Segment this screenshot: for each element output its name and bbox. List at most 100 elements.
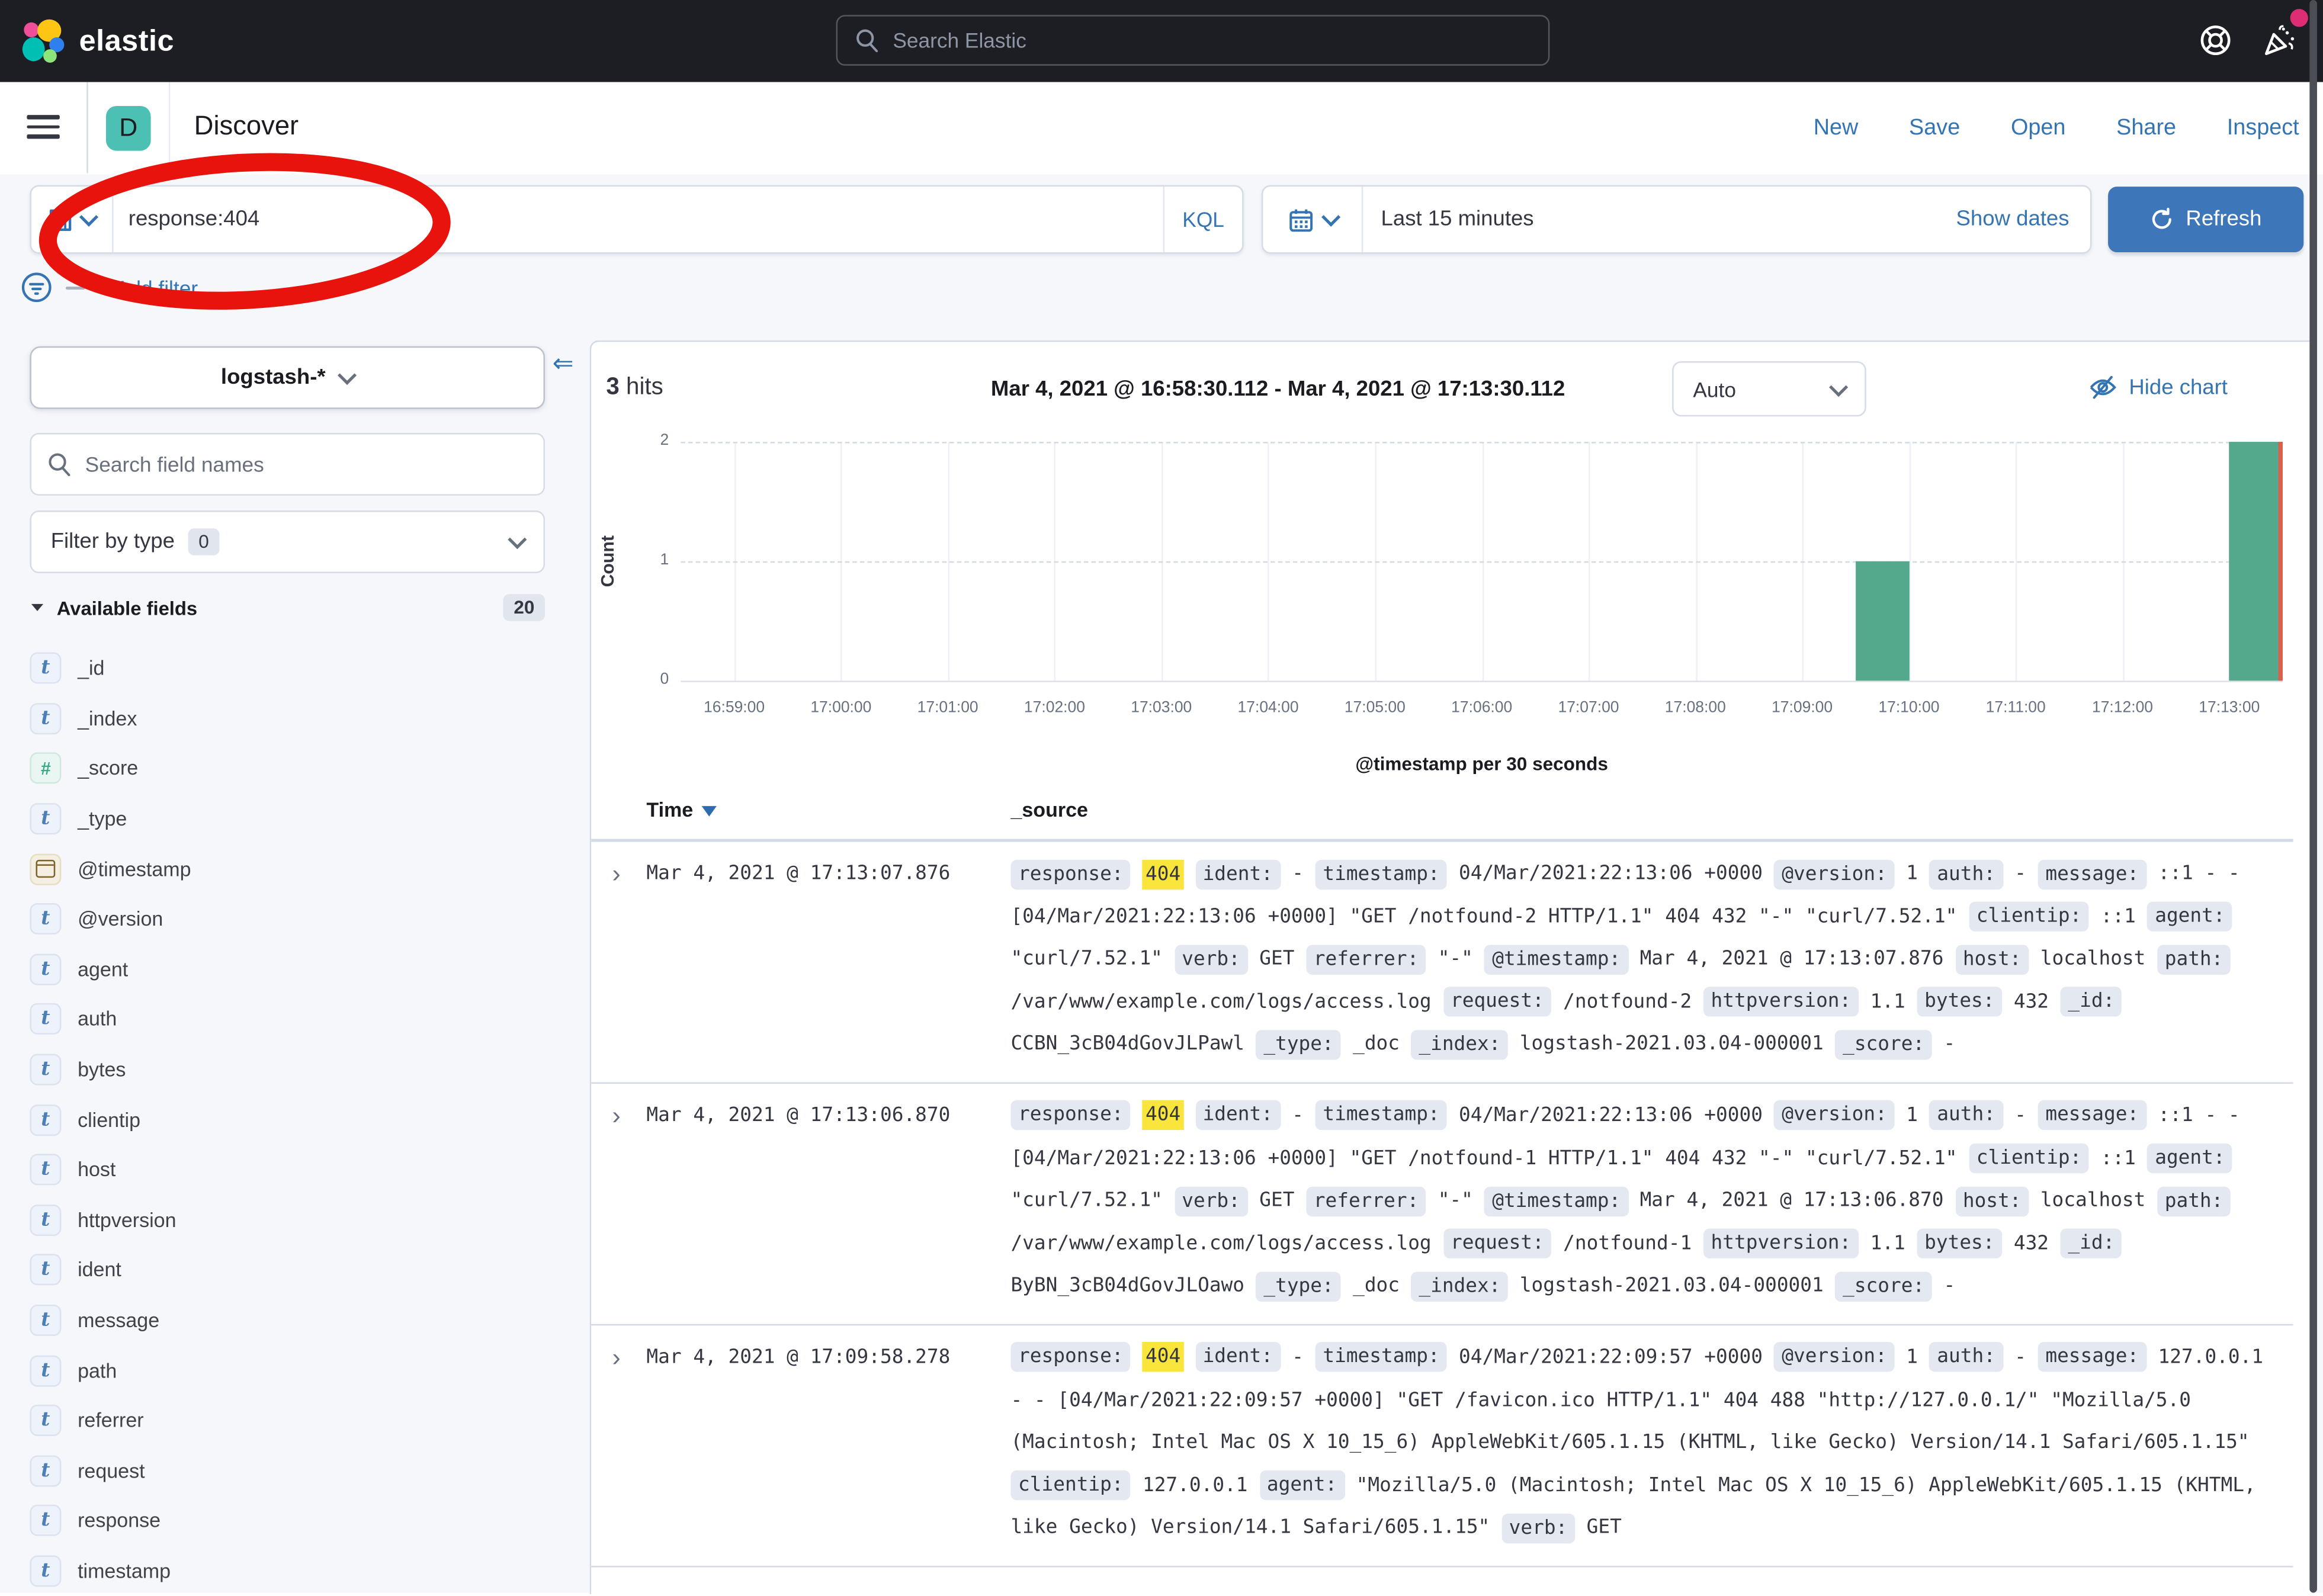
expand-row-icon[interactable]: ›	[591, 1337, 646, 1550]
field-item-response[interactable]: tresponse	[30, 1496, 552, 1546]
field-item-_index[interactable]: t_index	[30, 693, 552, 744]
field-value: _doc	[1353, 1275, 1400, 1298]
field-name: timestamp	[78, 1560, 171, 1582]
field-name-badge: message:	[2038, 859, 2146, 889]
histogram-interval-select[interactable]: Auto	[1672, 361, 1866, 416]
x-axis-tick-label: 17:09:00	[1743, 699, 1862, 717]
field-value: Mar 4, 2021 @ 17:13:06.870	[1640, 1190, 1944, 1212]
field-item-clientip[interactable]: tclientip	[30, 1094, 552, 1145]
query-language-button[interactable]: KQL	[1163, 187, 1243, 252]
filter-by-type-button[interactable]: Filter by type 0	[30, 510, 545, 573]
field-search-placeholder: Search field names	[85, 452, 264, 476]
field-item-_type[interactable]: t_type	[30, 794, 552, 844]
field-value: 432	[2014, 991, 2049, 1013]
field-item-_id[interactable]: t_id	[30, 643, 552, 693]
page-title: Discover	[194, 111, 299, 142]
nav-link-save[interactable]: Save	[1909, 115, 1960, 140]
field-value: -	[2014, 1104, 2026, 1127]
highlighted-value: 404	[1143, 1343, 1183, 1372]
page-scrollbar[interactable]	[2309, 0, 2317, 1592]
saved-query-menu-button[interactable]	[31, 187, 114, 252]
field-search-input[interactable]: Search field names	[30, 433, 545, 496]
field-value: /var/www/example.com/logs/access.log	[1010, 991, 1431, 1013]
menu-icon[interactable]	[27, 115, 59, 139]
field-name-badge: clientip:	[1010, 1470, 1131, 1500]
save-query-icon	[48, 207, 73, 232]
nav-link-inspect[interactable]: Inspect	[2227, 115, 2299, 140]
available-fields-count-badge: 20	[503, 594, 545, 621]
field-name: _index	[78, 707, 137, 730]
available-fields-header[interactable]: Available fields 20	[30, 594, 545, 621]
field-item-ident[interactable]: tident	[30, 1245, 552, 1295]
field-value: "-"	[1438, 948, 1473, 971]
histogram-chart[interactable]: 16:59:0017:00:0017:01:0017:02:0017:03:00…	[681, 442, 2283, 680]
field-value: 1.1	[1870, 991, 1905, 1013]
field-item-message[interactable]: tmessage	[30, 1295, 552, 1345]
show-dates-button[interactable]: Show dates	[1956, 207, 2090, 231]
index-pattern-switcher[interactable]: logstash-*	[30, 346, 545, 409]
chevron-down-icon	[338, 366, 357, 385]
expand-row-icon[interactable]: ›	[591, 854, 646, 1067]
discover-app-badge[interactable]: D	[106, 106, 151, 151]
field-item-host[interactable]: thost	[30, 1145, 552, 1195]
collapse-sidebar-icon[interactable]: ⇐	[553, 349, 574, 379]
field-name-badge: _id:	[2061, 1229, 2122, 1258]
nav-link-new[interactable]: New	[1814, 115, 1859, 140]
field-name: httpversion	[78, 1209, 176, 1231]
histogram-bar[interactable]	[1856, 561, 1909, 681]
field-name-badge: timestamp:	[1315, 1101, 1448, 1131]
query-input[interactable]: response:404	[114, 207, 1163, 231]
field-item-bytes[interactable]: tbytes	[30, 1045, 552, 1095]
field-item-referrer[interactable]: treferrer	[30, 1396, 552, 1446]
highlighted-value: 404	[1143, 859, 1183, 889]
field-name: _type	[78, 808, 127, 830]
time-range-value[interactable]: Last 15 minutes	[1363, 207, 1956, 231]
field-item-httpversion[interactable]: thttpversion	[30, 1195, 552, 1245]
field-item-agent[interactable]: tagent	[30, 944, 552, 994]
field-name-badge: ident:	[1195, 859, 1281, 889]
field-name: bytes	[78, 1058, 126, 1081]
expand-row-icon[interactable]: ›	[591, 1096, 646, 1309]
field-item-request[interactable]: trequest	[30, 1446, 552, 1496]
field-name-badge: verb:	[1175, 1186, 1248, 1216]
current-time-marker	[2278, 442, 2283, 680]
date-quick-select-button[interactable]	[1263, 187, 1363, 252]
nav-link-open[interactable]: Open	[2011, 115, 2066, 140]
string-field-icon: t	[30, 1355, 61, 1386]
chevron-down-icon	[1321, 208, 1340, 227]
table-row: ›Mar 4, 2021 @ 17:09:58.278response: 404…	[591, 1325, 2293, 1567]
field-value: 04/Mar/2021:22:13:06 +0000	[1459, 863, 1763, 885]
global-header-bar: elastic Search Elastic	[0, 0, 2323, 82]
field-value: -	[1944, 1033, 1956, 1056]
x-axis-tick-label: 17:05:00	[1315, 699, 1435, 717]
y-axis-tick-label: 1	[639, 551, 669, 569]
hide-chart-button[interactable]: Hide chart	[2088, 373, 2228, 402]
field-name-badge: message:	[2038, 1343, 2146, 1372]
x-axis-tick-label: 17:01:00	[888, 699, 1008, 717]
elastic-logo[interactable]: elastic	[21, 20, 174, 65]
string-field-icon: t	[30, 1004, 61, 1035]
field-name-badge: auth:	[1930, 859, 2003, 889]
field-item-path[interactable]: tpath	[30, 1345, 552, 1396]
field-item-_score[interactable]: #_score	[30, 744, 552, 794]
nav-link-share[interactable]: Share	[2116, 115, 2176, 140]
field-value: GET	[1587, 1517, 1622, 1540]
newsfeed-icon[interactable]	[2260, 23, 2299, 62]
kibana-discover-window: elastic Search Elastic D Discover New Sav…	[0, 0, 2323, 1592]
field-item-@version[interactable]: t@version	[30, 894, 552, 945]
field-item-timestamp[interactable]: ttimestamp	[30, 1546, 552, 1596]
field-list: t_idt_index#_scoret_type@timestampt@vers…	[30, 643, 552, 1596]
field-item-@timestamp[interactable]: @timestamp	[30, 844, 552, 894]
x-axis-tick-label: 17:10:00	[1849, 699, 1969, 717]
field-name: _score	[78, 757, 138, 780]
histogram-bar[interactable]	[2229, 442, 2283, 680]
field-item-auth[interactable]: tauth	[30, 994, 552, 1045]
add-filter-button[interactable]: + Add filter	[98, 275, 198, 299]
global-search-input[interactable]: Search Elastic	[836, 15, 1550, 66]
field-name: agent	[78, 958, 128, 981]
help-icon[interactable]	[2197, 23, 2233, 58]
refresh-button[interactable]: Refresh	[2108, 187, 2303, 252]
field-name-badge: request:	[1443, 987, 1551, 1017]
column-header-time[interactable]: Time	[646, 799, 717, 821]
field-value: "curl/7.52.1"	[1010, 948, 1162, 971]
